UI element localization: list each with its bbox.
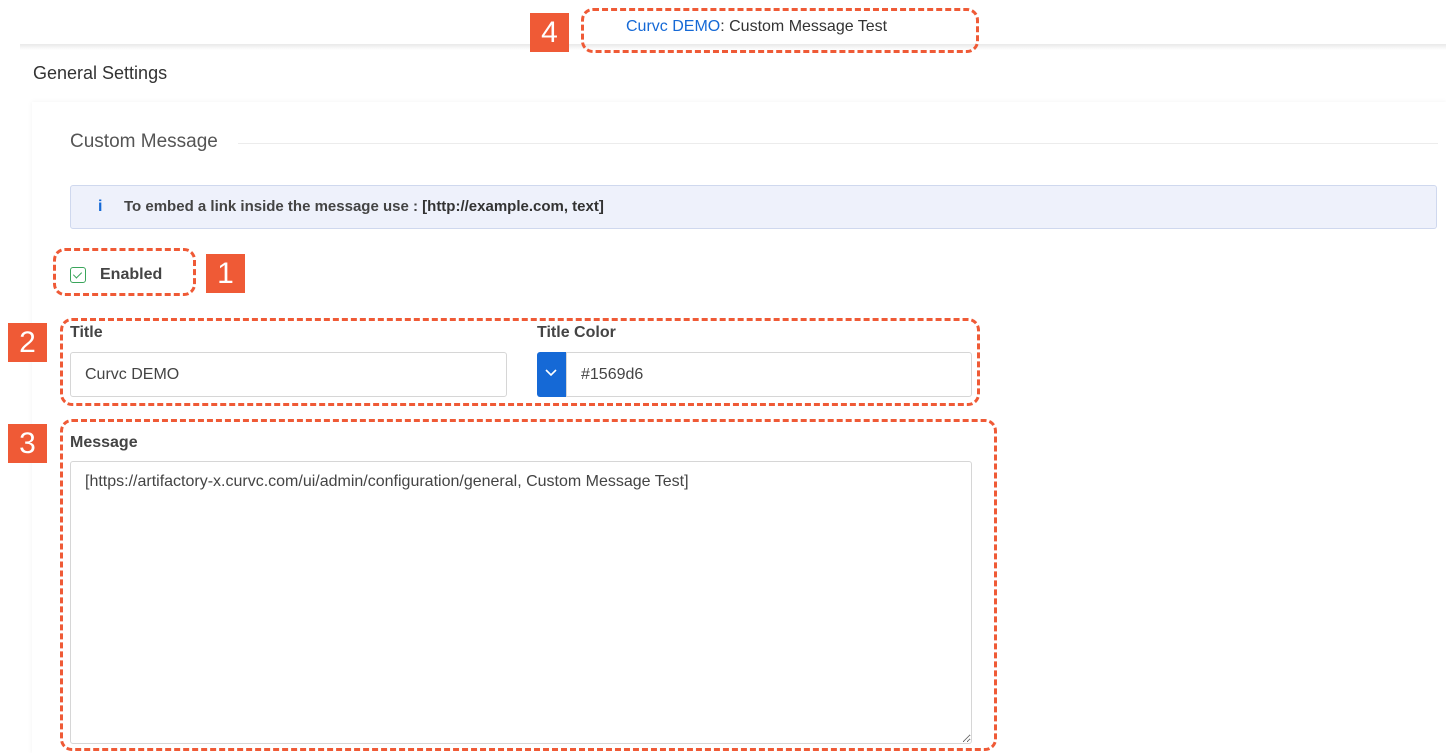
badge-2: 2: [8, 323, 47, 362]
callout-message: [60, 419, 997, 751]
badge-4: 4: [530, 13, 569, 52]
callout-banner: [581, 8, 979, 53]
section-title: Custom Message: [70, 131, 218, 152]
badge-1: 1: [206, 254, 245, 293]
info-alert: i To embed a link inside the message use…: [70, 185, 1437, 229]
badge-3: 3: [8, 424, 47, 463]
callout-title: [60, 318, 980, 406]
section-divider: [238, 143, 1438, 144]
info-icon: i: [98, 198, 103, 215]
callout-enabled: [53, 248, 196, 296]
info-text: To embed a link inside the message use :…: [124, 198, 604, 215]
info-code: [http://example.com, text]: [422, 198, 604, 215]
page-title: General Settings: [33, 63, 168, 83]
